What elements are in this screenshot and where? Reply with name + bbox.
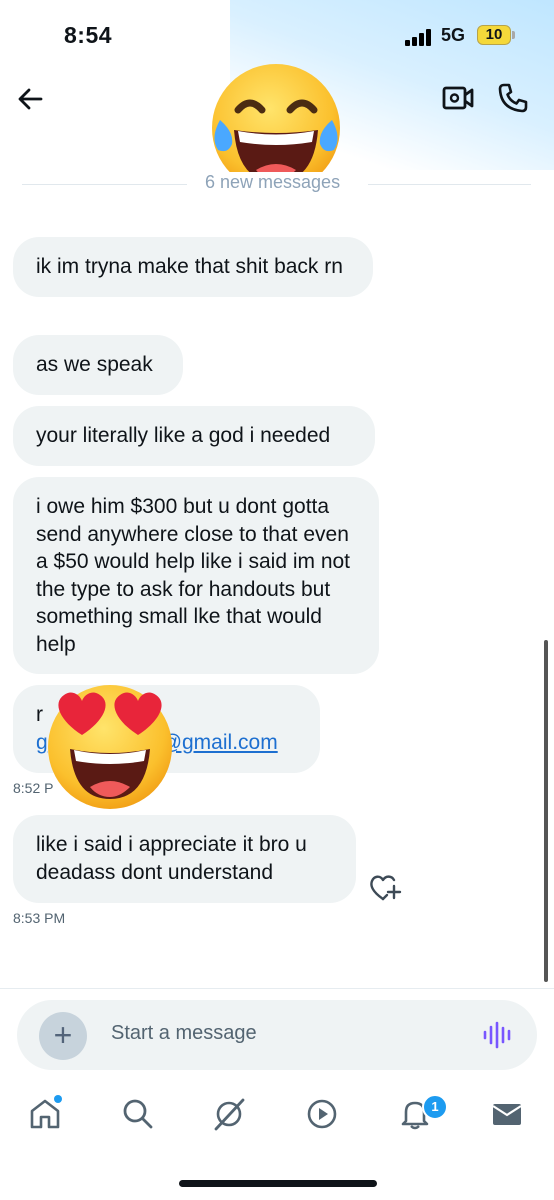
message-bubble[interactable]: ik im tryna make that shit back rn bbox=[13, 237, 373, 297]
message-bubble[interactable]: i owe him $300 but u dont gotta send any… bbox=[13, 477, 379, 674]
scrollbar[interactable] bbox=[544, 640, 548, 982]
message-text: like i said i appreciate it bro u deadas… bbox=[36, 833, 307, 884]
video-call-icon[interactable] bbox=[442, 84, 474, 112]
message-text: as we speak bbox=[36, 353, 153, 376]
video-icon[interactable] bbox=[305, 1097, 339, 1131]
phone-call-icon[interactable] bbox=[497, 82, 529, 114]
divider-line-right bbox=[368, 184, 531, 185]
message-timestamp: 8:53 PM bbox=[13, 910, 66, 926]
home-notification-dot bbox=[54, 1095, 62, 1103]
message-text: i owe him $300 but u dont gotta send any… bbox=[36, 495, 351, 656]
composer-separator bbox=[0, 988, 554, 989]
back-arrow-icon[interactable] bbox=[16, 85, 44, 113]
divider-line-left bbox=[22, 184, 187, 185]
network-label: 5G bbox=[441, 25, 466, 45]
add-reaction-heart-icon[interactable] bbox=[368, 872, 402, 904]
signal-icon bbox=[405, 28, 437, 46]
add-attachment-button[interactable]: + bbox=[39, 1012, 87, 1060]
message-text: ik im tryna make that shit back rn bbox=[36, 255, 343, 278]
battery-tip bbox=[512, 31, 515, 39]
message-bubble[interactable]: your literally like a god i needed bbox=[13, 406, 375, 466]
messages-icon[interactable] bbox=[490, 1097, 524, 1131]
message-bubble[interactable]: as we speak bbox=[13, 335, 183, 395]
unread-divider-label: 6 new messages bbox=[199, 172, 347, 193]
voice-message-icon[interactable] bbox=[482, 1021, 512, 1049]
grok-icon[interactable] bbox=[212, 1097, 246, 1131]
battery-icon: 10 bbox=[477, 25, 511, 45]
message-composer[interactable]: + Start a message bbox=[17, 1000, 537, 1070]
message-text: your literally like a god i needed bbox=[36, 424, 331, 447]
home-indicator[interactable] bbox=[179, 1180, 377, 1187]
notifications-badge: 1 bbox=[422, 1094, 448, 1120]
search-icon[interactable] bbox=[121, 1097, 155, 1131]
message-bubble[interactable]: like i said i appreciate it bro u deadas… bbox=[13, 815, 356, 903]
heart-eyes-emoji-overlay bbox=[48, 685, 172, 809]
message-input-placeholder[interactable]: Start a message bbox=[111, 1022, 257, 1045]
status-time: 8:54 bbox=[64, 22, 113, 48]
